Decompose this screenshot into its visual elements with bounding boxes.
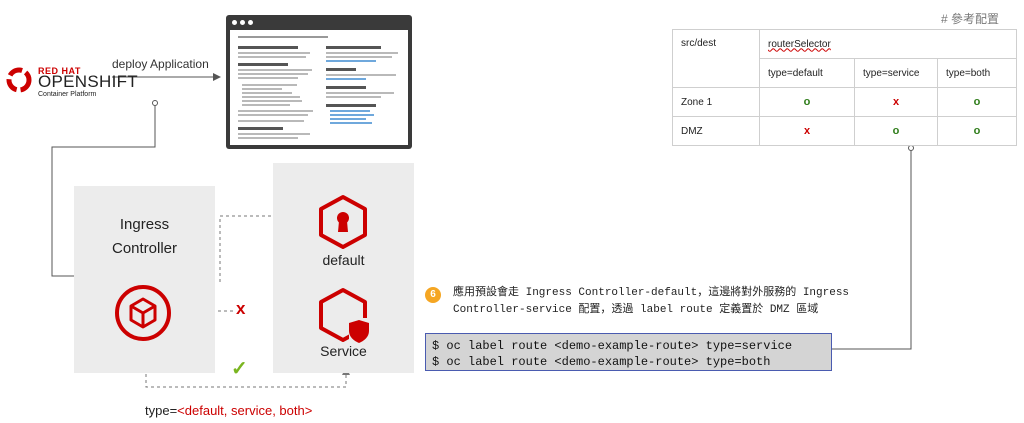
logo-brand-main: OPENSHIFT	[38, 72, 138, 91]
router-selector-label: routerSelector	[768, 38, 831, 50]
table-cell: o	[973, 125, 981, 137]
route-service-label: Service	[320, 343, 367, 359]
ingress-title: Ingress Controller	[74, 213, 215, 261]
note-line-1: 應用預設會走 Ingress Controller-default，這邊將對外服…	[453, 287, 850, 299]
openshift-ring-icon	[6, 67, 32, 93]
table-cell: o	[892, 125, 900, 137]
browser-window	[226, 15, 412, 149]
table-subheader: type=service	[854, 58, 938, 88]
type-label-values: <default, service, both>	[177, 403, 313, 418]
type-label-prefix: type=	[145, 403, 178, 418]
table-cell: o	[973, 96, 981, 108]
table-cell: x	[803, 125, 811, 137]
openshift-logo: RED HAT OPENSHIFT Container Platform	[4, 64, 138, 98]
allowed-check-mark: ✓	[231, 358, 248, 380]
reference-table: src/dest routerSelector type=default typ…	[672, 29, 1017, 146]
blocked-x-mark: x	[236, 299, 246, 318]
command-box: $ oc label route <demo-example-route> ty…	[425, 333, 832, 371]
table-row: Zone 1 o x o	[672, 87, 1017, 117]
routes-panel: default Service	[273, 163, 414, 373]
table-subheader: type=both	[937, 58, 1017, 88]
table-subheader: type=default	[759, 58, 855, 88]
logo-brand-sub: Container Platform	[38, 91, 97, 98]
window-dot	[248, 20, 253, 25]
window-dot	[240, 20, 245, 25]
reference-title: # 參考配置	[941, 12, 1000, 26]
table-cell: o	[803, 96, 811, 108]
table-row-name: DMZ	[672, 116, 760, 146]
step-number-badge: 6	[425, 287, 441, 303]
table-header-src: src/dest	[672, 29, 760, 88]
window-dot	[232, 20, 237, 25]
ingress-cube-icon	[115, 285, 171, 341]
note-line-2: Controller-service 配置，透過 label route 定義置…	[453, 304, 819, 316]
table-row: DMZ x o o	[672, 116, 1017, 146]
shield-hexagon-icon	[319, 288, 369, 343]
ingress-title-line1: Ingress	[119, 216, 170, 233]
ingress-controller-panel: Ingress Controller	[74, 186, 215, 373]
type-selector-label: type=<default, service, both>	[145, 403, 312, 418]
keyhole-hexagon-icon	[319, 195, 367, 249]
table-cell: x	[892, 96, 900, 108]
app-welcome-page	[230, 30, 408, 145]
table-header-selector: routerSelector	[759, 29, 1017, 59]
command-line: $ oc label route <demo-example-route> ty…	[432, 355, 771, 369]
table-row-name: Zone 1	[672, 87, 760, 117]
deploy-label: deploy Application	[112, 57, 209, 71]
command-line: $ oc label route <demo-example-route> ty…	[432, 339, 793, 353]
ingress-title-line2: Controller	[111, 240, 178, 257]
route-default-label: default	[322, 252, 365, 268]
